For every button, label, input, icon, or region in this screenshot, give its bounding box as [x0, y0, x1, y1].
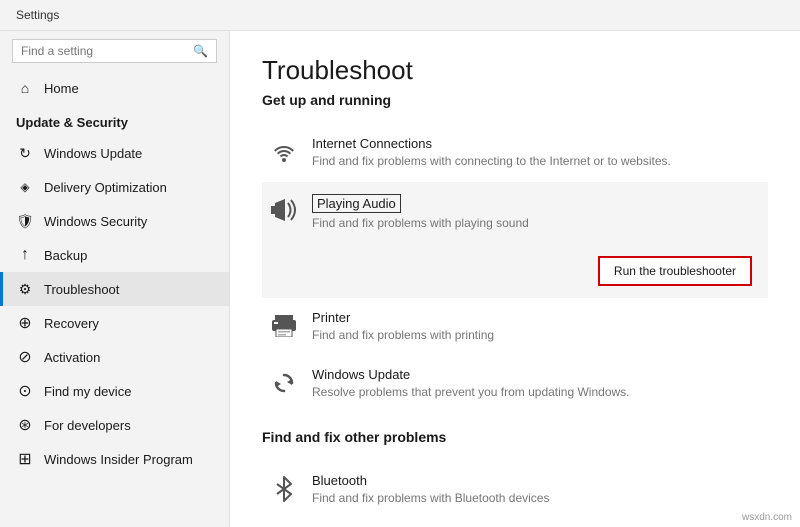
sidebar-item-backup[interactable]: ↑ Backup — [0, 238, 229, 272]
sidebar-item-label: Windows Insider Program — [44, 452, 193, 467]
insider-icon: ⊞ — [16, 450, 34, 468]
sidebar-item-label: Activation — [44, 350, 100, 365]
windows-update-icon — [270, 369, 298, 397]
bluetooth-desc: Find and fix problems with Bluetooth dev… — [312, 490, 760, 507]
security-icon: 🛡 — [16, 212, 34, 230]
sidebar-item-label: Backup — [44, 248, 87, 263]
main-content: Troubleshoot Get up and running Internet… — [230, 31, 800, 527]
audio-icon — [270, 196, 298, 224]
sidebar-item-label: Windows Update — [44, 146, 142, 161]
sidebar-item-label: Recovery — [44, 316, 99, 331]
sidebar-item-for-developers[interactable]: ⊛ For developers — [0, 408, 229, 442]
sidebar-item-find-my-device[interactable]: ⊙ Find my device — [0, 374, 229, 408]
sidebar-item-windows-insider[interactable]: ⊞ Windows Insider Program — [0, 442, 229, 476]
sidebar-item-activation[interactable]: ⊘ Activation — [0, 340, 229, 374]
windows-update-text: Windows Update Resolve problems that pre… — [312, 367, 760, 401]
backup-icon: ↑ — [16, 246, 34, 264]
sidebar-item-label: Delivery Optimization — [44, 180, 167, 195]
sidebar-item-troubleshoot[interactable]: ⚙ Troubleshoot — [0, 272, 229, 306]
sidebar-item-label: For developers — [44, 418, 131, 433]
run-troubleshooter-button[interactable]: Run the troubleshooter — [598, 256, 752, 286]
sidebar-section-header: Update & Security — [0, 105, 229, 136]
troubleshoot-item-printer[interactable]: Printer Find and fix problems with print… — [262, 298, 768, 356]
main-container: 🔍 ⌂ Home Update & Security ↻ Windows Upd… — [0, 31, 800, 527]
audio-item-row: Playing Audio Find and fix problems with… — [270, 194, 760, 232]
search-box[interactable]: 🔍 — [12, 39, 217, 63]
activation-icon: ⊘ — [16, 348, 34, 366]
title-bar: Settings — [0, 0, 800, 31]
playing-audio-desc: Find and fix problems with playing sound — [312, 215, 760, 232]
wifi-icon — [270, 138, 298, 166]
internet-connections-text: Internet Connections Find and fix proble… — [312, 136, 760, 170]
sidebar-item-label: Troubleshoot — [44, 282, 119, 297]
bluetooth-title: Bluetooth — [312, 473, 760, 488]
search-input[interactable] — [21, 44, 193, 58]
troubleshoot-item-internet[interactable]: Internet Connections Find and fix proble… — [262, 124, 768, 182]
sidebar-item-windows-update[interactable]: ↻ Windows Update — [0, 136, 229, 170]
windows-update-desc: Resolve problems that prevent you from u… — [312, 384, 760, 401]
find-device-icon: ⊙ — [16, 382, 34, 400]
sidebar-item-label: Home — [44, 81, 79, 96]
sidebar-item-label: Find my device — [44, 384, 131, 399]
developers-icon: ⊛ — [16, 416, 34, 434]
sidebar-item-home[interactable]: ⌂ Home — [0, 71, 229, 105]
internet-connections-desc: Find and fix problems with connecting to… — [312, 153, 760, 170]
troubleshoot-item-incoming[interactable]: ( ) Incoming Connections Find and fix pr… — [262, 519, 768, 527]
printer-desc: Find and fix problems with printing — [312, 327, 760, 344]
sidebar-item-label: Windows Security — [44, 214, 147, 229]
bluetooth-icon — [270, 475, 298, 503]
playing-audio-title: Playing Audio — [312, 194, 401, 213]
section1-title: Get up and running — [262, 92, 768, 108]
troubleshoot-icon: ⚙ — [16, 280, 34, 298]
home-icon: ⌂ — [16, 79, 34, 97]
printer-text: Printer Find and fix problems with print… — [312, 310, 760, 344]
update-icon: ↻ — [16, 144, 34, 162]
run-button-container: Run the troubleshooter — [270, 246, 760, 298]
windows-update-title: Windows Update — [312, 367, 760, 382]
search-icon: 🔍 — [193, 44, 208, 58]
internet-connections-title: Internet Connections — [312, 136, 760, 151]
bluetooth-text: Bluetooth Find and fix problems with Blu… — [312, 473, 760, 507]
printer-icon — [270, 312, 298, 340]
printer-title: Printer — [312, 310, 760, 325]
sidebar: 🔍 ⌂ Home Update & Security ↻ Windows Upd… — [0, 31, 230, 527]
troubleshoot-item-audio[interactable]: Playing Audio Find and fix problems with… — [262, 182, 768, 298]
sidebar-item-recovery[interactable]: ⊕ Recovery — [0, 306, 229, 340]
title-bar-label: Settings — [16, 8, 59, 22]
playing-audio-text: Playing Audio Find and fix problems with… — [312, 194, 760, 232]
watermark: wsxdn.com — [742, 512, 792, 523]
troubleshoot-item-windows-update[interactable]: Windows Update Resolve problems that pre… — [262, 355, 768, 413]
section2-title: Find and fix other problems — [262, 429, 768, 445]
delivery-icon: ◈ — [16, 178, 34, 196]
recovery-icon: ⊕ — [16, 314, 34, 332]
sidebar-item-delivery-optimization[interactable]: ◈ Delivery Optimization — [0, 170, 229, 204]
page-title: Troubleshoot — [262, 55, 768, 86]
sidebar-item-windows-security[interactable]: 🛡 Windows Security — [0, 204, 229, 238]
troubleshoot-item-bluetooth[interactable]: Bluetooth Find and fix problems with Blu… — [262, 461, 768, 519]
